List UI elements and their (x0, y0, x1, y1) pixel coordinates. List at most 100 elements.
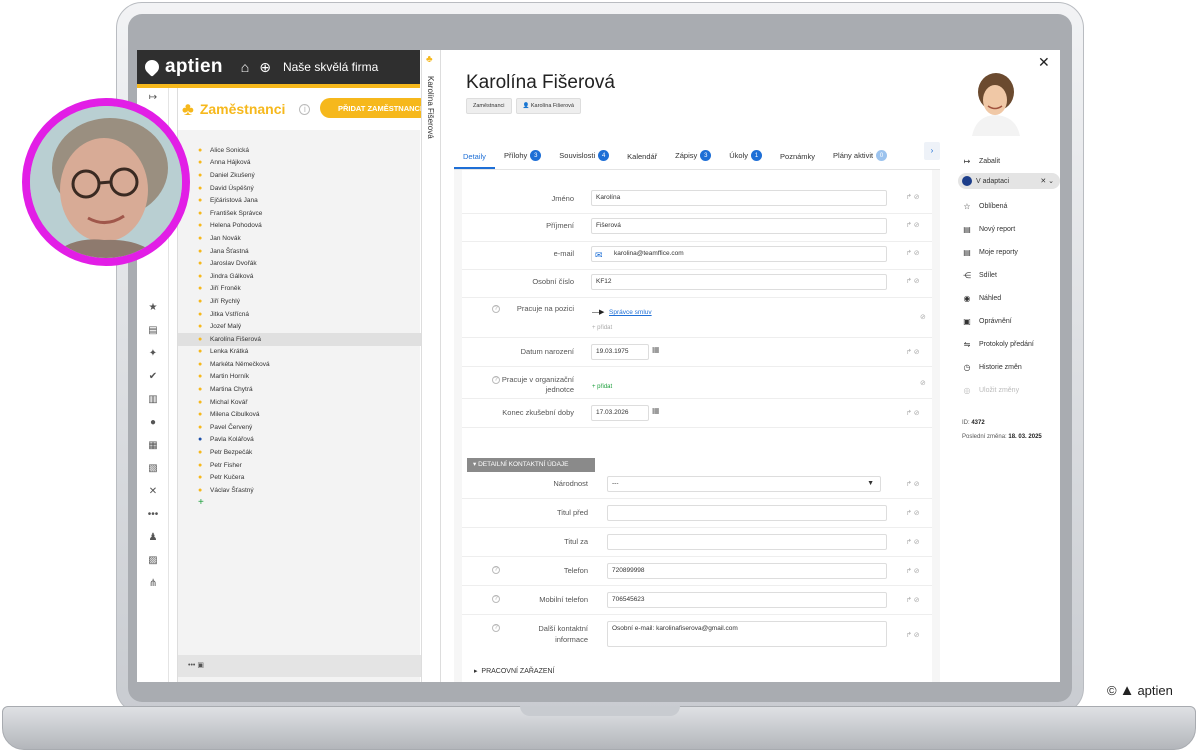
aptien-logo[interactable]: aptien (142, 56, 223, 78)
person-icon[interactable]: ● (146, 417, 160, 428)
info-icon[interactable]: i (299, 103, 311, 115)
breadcrumb-employees[interactable]: Zaměstnanci (466, 98, 512, 114)
field-actions-icon[interactable]: ↱ ⊘ (906, 348, 920, 356)
mobil-field[interactable]: 706545623 (607, 592, 887, 608)
employee-list-item[interactable]: ● Martina Chytrá (178, 383, 421, 396)
field-actions-icon[interactable]: ⊘ (920, 379, 926, 387)
employee-list-item[interactable]: ● Jiří Rychlý (178, 295, 421, 308)
share-action[interactable]: ⋲ Sdílet (958, 264, 1060, 287)
clear-chevron-icon[interactable]: ✕ ⌄ (1040, 177, 1054, 185)
field-actions-icon[interactable]: ↱ ⊘ (906, 221, 920, 229)
panel-footer[interactable]: ••• ▣ (178, 655, 421, 677)
dalsi-field[interactable]: Osobní e-mail: karolinafiserova@gmail.co… (607, 621, 887, 647)
employee-list-item[interactable]: ● Markéta Němečková (178, 358, 421, 371)
collapse-arrow-icon[interactable]: ↦ (146, 92, 160, 103)
zkusebni-field[interactable]: 17.03.2026 (591, 405, 649, 421)
employee-list-item[interactable]: ● Jana Šťastná (178, 245, 421, 258)
close-icon[interactable]: ✕ (1038, 54, 1050, 71)
field-actions-icon[interactable]: ↱ ⊘ (906, 538, 920, 546)
narodnost-select[interactable]: --- ▼ (607, 476, 881, 492)
field-actions-icon[interactable]: ↱ ⊘ (906, 480, 920, 488)
employee-list-item[interactable]: ● Jaroslav Dvořák (178, 257, 421, 270)
help-icon[interactable]: ? (492, 595, 500, 603)
field-actions-icon[interactable]: ⊘ (920, 313, 926, 321)
employee-list-item[interactable]: ● Martin Horník (178, 371, 421, 384)
vertical-record-tab[interactable]: ♣ Karolína Fišerová (421, 50, 441, 682)
employee-list-item[interactable]: ● František Správce (178, 207, 421, 220)
collapse-action[interactable]: ↦ Zabalit (958, 150, 1060, 173)
employee-list-item[interactable]: ● Jan Novák (178, 232, 421, 245)
employee-list-item[interactable]: ● Daniel Zkušený (178, 169, 421, 182)
org-add[interactable]: + přidat (592, 384, 612, 390)
employee-list-item[interactable]: ● Pavel Červený (178, 421, 421, 434)
tab-kalendář[interactable]: Kalendář (618, 152, 666, 169)
library-icon[interactable]: ▧ (146, 463, 160, 474)
team-icon[interactable]: ♟ (146, 532, 160, 543)
employee-list-item[interactable]: ● Václav Šťastný (178, 484, 421, 497)
employee-list-item[interactable]: ● Anna Hájková (178, 157, 421, 170)
new-report-action[interactable]: ▤ Nový report (958, 218, 1060, 241)
employee-list-item[interactable]: ● David Úspěšný (178, 182, 421, 195)
tab-úkoly[interactable]: Úkoly 1 (720, 150, 771, 169)
section-contact-toggle[interactable]: ▾ DETAILNÍ KONTAKTNÍ ÚDAJE (467, 458, 595, 472)
tab-plány-aktivit[interactable]: Plány aktivit 0 (824, 150, 896, 169)
calendar-icon[interactable]: ▦ (652, 345, 660, 354)
help-icon[interactable]: ? (492, 624, 500, 632)
employee-list-item[interactable]: ● Helena Pohodová (178, 220, 421, 233)
employee-list-item[interactable]: ● Michal Kovář (178, 396, 421, 409)
check-icon[interactable]: ✔ (146, 371, 160, 382)
employee-list-item[interactable]: ● Jiří Froněk (178, 283, 421, 296)
employee-list-item[interactable]: ● Lenka Krátká (178, 346, 421, 359)
pozice-link[interactable]: Správce smluv (609, 309, 652, 316)
folder-icon[interactable]: ▣ (197, 662, 204, 669)
help-icon[interactable]: ? (492, 376, 500, 384)
employee-list-item[interactable]: ● Jindra Gálková (178, 270, 421, 283)
my-reports-action[interactable]: ▤ Moje reporty (958, 241, 1060, 264)
tab-přílohy[interactable]: Přílohy 3 (495, 150, 550, 169)
field-actions-icon[interactable]: ↱ ⊘ (906, 631, 920, 639)
company-name[interactable]: Naše skvělá firma (283, 60, 378, 74)
field-actions-icon[interactable]: ↱ ⊘ (906, 409, 920, 417)
field-actions-icon[interactable]: ↱ ⊘ (906, 596, 920, 604)
jmeno-field[interactable]: Karolína (591, 190, 887, 206)
prijmeni-field[interactable]: Fišerová (591, 218, 887, 234)
more-icon[interactable]: ••• (146, 509, 160, 520)
employee-list-item[interactable]: ● Petr Kučera (178, 471, 421, 484)
field-actions-icon[interactable]: ↱ ⊘ (906, 509, 920, 517)
save-action[interactable]: ◎ Uložit změny (958, 379, 1060, 402)
employee-list-item[interactable]: ● Petr Bezpečák (178, 446, 421, 459)
document-icon[interactable]: ▤ (146, 325, 160, 336)
add-employee-icon[interactable]: + (178, 497, 421, 508)
help-icon[interactable]: ? (492, 566, 500, 574)
pozice-add[interactable]: + přidat (592, 325, 612, 331)
star-icon[interactable]: ★ (146, 302, 160, 313)
breadcrumb-current[interactable]: 👤 Karolína Fišerová (515, 98, 581, 114)
tab-poznámky[interactable]: Poznámky (771, 152, 824, 169)
permissions-action[interactable]: ▣ Oprávnění (958, 310, 1060, 333)
handover-action[interactable]: ⇋ Protokoly předání (958, 333, 1060, 356)
add-circle-icon[interactable]: ⊕ (259, 59, 271, 76)
preview-action[interactable]: ◉ Náhled (958, 287, 1060, 310)
titul-za-field[interactable] (607, 534, 887, 550)
calendar-icon[interactable]: ▦ (146, 440, 160, 451)
employee-list-item[interactable]: ● Pavla Kolářová (178, 434, 421, 447)
status-select[interactable]: V adaptaci ✕ ⌄ (958, 173, 1060, 189)
add-employee-button[interactable]: PŘIDAT ZAMĚSTNANCE (320, 98, 430, 118)
history-action[interactable]: ◷ Historie změn (958, 356, 1060, 379)
employee-list-item[interactable]: ● Petr Fisher (178, 459, 421, 472)
employee-list-item[interactable]: ● Milena Cibulková (178, 408, 421, 421)
profile-photo[interactable] (962, 70, 1026, 136)
osobni-cislo-field[interactable]: KF12 (591, 274, 887, 290)
telefon-field[interactable]: 720899998 (607, 563, 887, 579)
favorite-action[interactable]: ☆ Oblíbená (958, 195, 1060, 218)
tasks-icon[interactable]: ✕ (146, 486, 160, 497)
employee-list-item[interactable]: ● Jitka Vstřícná (178, 308, 421, 321)
tab-zápisy[interactable]: Zápisy 3 (666, 150, 720, 169)
field-actions-icon[interactable]: ↱ ⊘ (906, 277, 920, 285)
field-actions-icon[interactable]: ↱ ⊘ (906, 193, 920, 201)
employee-list-item[interactable]: ● Jozef Malý (178, 320, 421, 333)
tab-detaily[interactable]: Detaily (454, 152, 495, 169)
section-work-toggle[interactable]: ▸ PRACOVNÍ ZAŘAZENÍ (474, 667, 555, 675)
field-actions-icon[interactable]: ↱ ⊘ (906, 249, 920, 257)
help-icon[interactable]: ? (492, 305, 500, 313)
